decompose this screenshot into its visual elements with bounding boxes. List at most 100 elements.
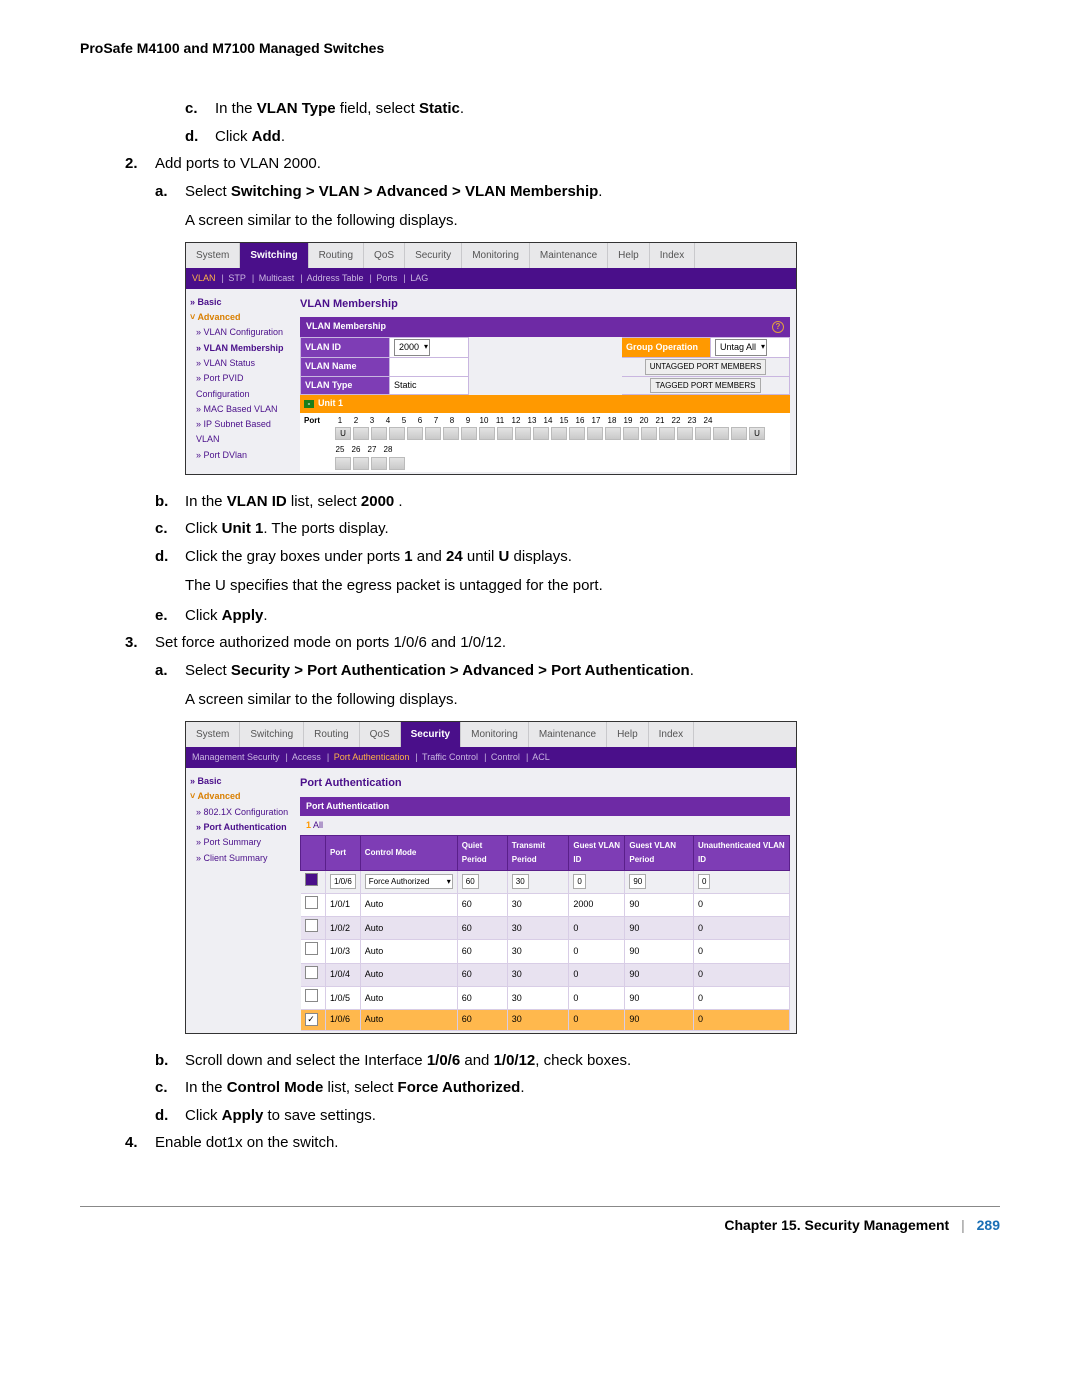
subnav-mgmt-security[interactable]: Management Security [192,752,280,762]
tab-switching-2[interactable]: Switching [240,722,304,747]
port-box[interactable] [533,427,549,440]
port-box[interactable] [353,457,369,470]
vlan-id-select[interactable]: 2000 [390,337,469,357]
tab-maintenance-2[interactable]: Maintenance [529,722,607,747]
port-box[interactable]: U [335,427,351,440]
subnav-vlan[interactable]: VLAN [192,273,216,283]
nav-port-dvlan[interactable]: » Port DVlan [196,448,290,463]
checkbox[interactable]: ✓ [305,1013,318,1026]
tab-security[interactable]: Security [405,243,462,268]
port-row2-boxes[interactable] [300,457,790,472]
tagged-members-button[interactable]: TAGGED PORT MEMBERS [650,378,760,394]
tab-qos-2[interactable]: QoS [360,722,401,747]
nav2-client-summary[interactable]: » Client Summary [196,851,290,866]
port-box[interactable] [371,457,387,470]
subnav-control[interactable]: Control [491,752,520,762]
checkbox[interactable] [305,989,318,1002]
tab-routing-2[interactable]: Routing [304,722,359,747]
nav2-8021x[interactable]: » 802.1X Configuration [196,805,290,820]
port-box[interactable] [389,457,405,470]
port-box[interactable] [731,427,747,440]
tab-index[interactable]: Index [650,243,695,268]
edit-uvid[interactable]: 0 [693,870,789,893]
tab-qos[interactable]: QoS [364,243,405,268]
port-box[interactable] [389,427,405,440]
unit-row[interactable]: - Unit 1 [300,395,790,412]
port-box[interactable] [551,427,567,440]
table-row[interactable]: ✓1/0/6Auto60300900 [301,1010,790,1030]
port-box[interactable] [479,427,495,440]
tab-system-2[interactable]: System [186,722,240,747]
port-box[interactable] [371,427,387,440]
collapse-icon[interactable]: - [304,400,314,408]
subnav-acl[interactable]: ACL [532,752,550,762]
edit-gvp[interactable]: 90 [625,870,694,893]
port-box[interactable] [677,427,693,440]
table-row[interactable]: 1/0/2Auto60300900 [301,917,790,940]
subnav-address-table[interactable]: Address Table [307,273,364,283]
port-box[interactable]: U [749,427,765,440]
tab-monitoring-2[interactable]: Monitoring [461,722,529,747]
edit-control-mode[interactable]: Force Authorized [360,870,457,893]
nav-vlan-status[interactable]: » VLAN Status [196,356,290,371]
nav-mac-vlan[interactable]: » MAC Based VLAN [196,402,290,417]
tab-monitoring[interactable]: Monitoring [462,243,530,268]
port-box[interactable] [713,427,729,440]
nav2-advanced[interactable]: ˅ Advanced [190,789,290,804]
tab-security-2[interactable]: Security [401,722,461,747]
untagged-members-button[interactable]: UNTAGGED PORT MEMBERS [645,359,767,375]
tab-help[interactable]: Help [608,243,650,268]
port-box[interactable] [587,427,603,440]
group-op-select[interactable]: Untag All [711,337,790,357]
subnav-traffic[interactable]: Traffic Control [422,752,478,762]
port-box[interactable] [335,457,351,470]
nav-vlan-config[interactable]: » VLAN Configuration [196,325,290,340]
subnav-lag[interactable]: LAG [410,273,428,283]
port-row1-boxes[interactable]: UU [300,427,790,442]
subtab-1[interactable]: 1 [306,820,311,830]
subnav-access[interactable]: Access [292,752,321,762]
table-row[interactable]: 1/0/5Auto60300900 [301,987,790,1010]
edit-quiet[interactable]: 60 [457,870,507,893]
tab-switching[interactable]: Switching [240,243,308,268]
tab-routing[interactable]: Routing [309,243,364,268]
nav2-port-auth[interactable]: » Port Authentication [196,820,290,835]
port-box[interactable] [353,427,369,440]
table-row[interactable]: 1/0/1Auto60302000900 [301,893,790,916]
tab-maintenance[interactable]: Maintenance [530,243,608,268]
checkbox[interactable] [305,919,318,932]
checkbox[interactable] [305,896,318,909]
port-box[interactable] [443,427,459,440]
edit-gvid[interactable]: 0 [569,870,625,893]
tab-index-2[interactable]: Index [649,722,694,747]
tab-help-2[interactable]: Help [607,722,649,747]
subnav-port-auth[interactable]: Port Authentication [334,752,410,762]
help-icon[interactable]: ? [772,321,784,333]
checkbox[interactable] [305,942,318,955]
port-box[interactable] [461,427,477,440]
tab-system[interactable]: System [186,243,240,268]
nav-basic[interactable]: » Basic [190,295,290,310]
port-box[interactable] [515,427,531,440]
nav-ip-subnet-vlan[interactable]: » IP Subnet Based VLAN [196,417,290,448]
nav-port-pvid[interactable]: » Port PVID Configuration [196,371,290,402]
subnav-ports[interactable]: Ports [376,273,397,283]
port-box[interactable] [425,427,441,440]
table-row[interactable]: 1/0/3Auto60300900 [301,940,790,963]
port-box[interactable] [497,427,513,440]
port-box[interactable] [659,427,675,440]
nav2-port-summary[interactable]: » Port Summary [196,835,290,850]
nav2-basic[interactable]: » Basic [190,774,290,789]
nav-vlan-membership[interactable]: » VLAN Membership [196,341,290,356]
port-box[interactable] [695,427,711,440]
port-box[interactable] [407,427,423,440]
nav-advanced[interactable]: ˅ Advanced [190,310,290,325]
checkbox-all[interactable] [305,873,318,886]
subnav-stp[interactable]: STP [228,273,246,283]
subnav-multicast[interactable]: Multicast [259,273,295,283]
edit-transmit[interactable]: 30 [507,870,569,893]
subtab-all[interactable]: All [313,820,323,830]
port-box[interactable] [605,427,621,440]
port-box[interactable] [623,427,639,440]
port-box[interactable] [641,427,657,440]
